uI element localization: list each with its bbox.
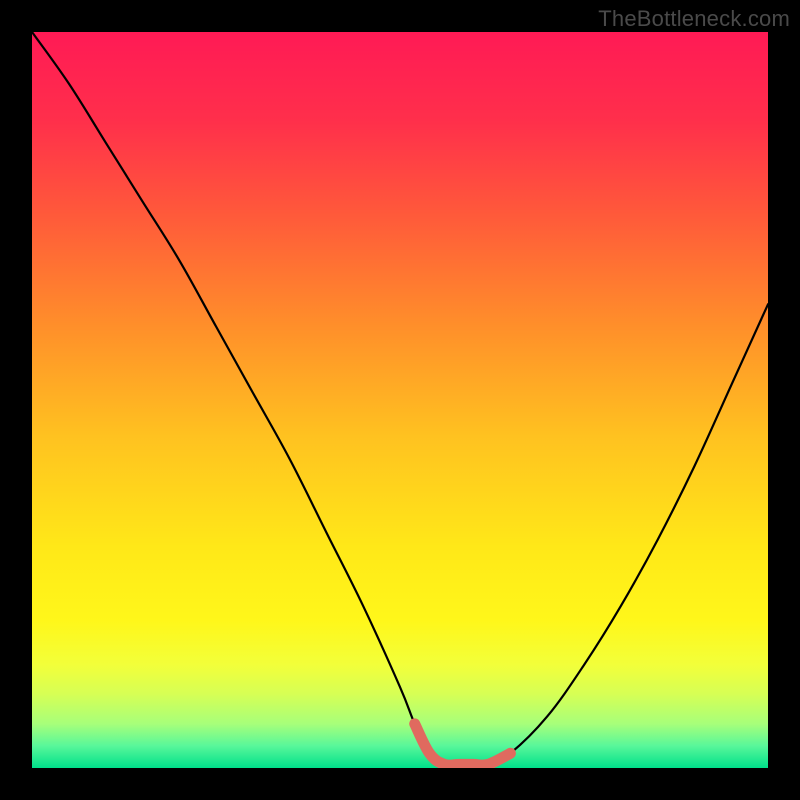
bottleneck-curve [32, 32, 768, 765]
watermark-text: TheBottleneck.com [598, 6, 790, 32]
optimal-range-highlight [415, 724, 511, 765]
plot-area [32, 32, 768, 768]
curve-layer [32, 32, 768, 768]
chart-frame: TheBottleneck.com [0, 0, 800, 800]
